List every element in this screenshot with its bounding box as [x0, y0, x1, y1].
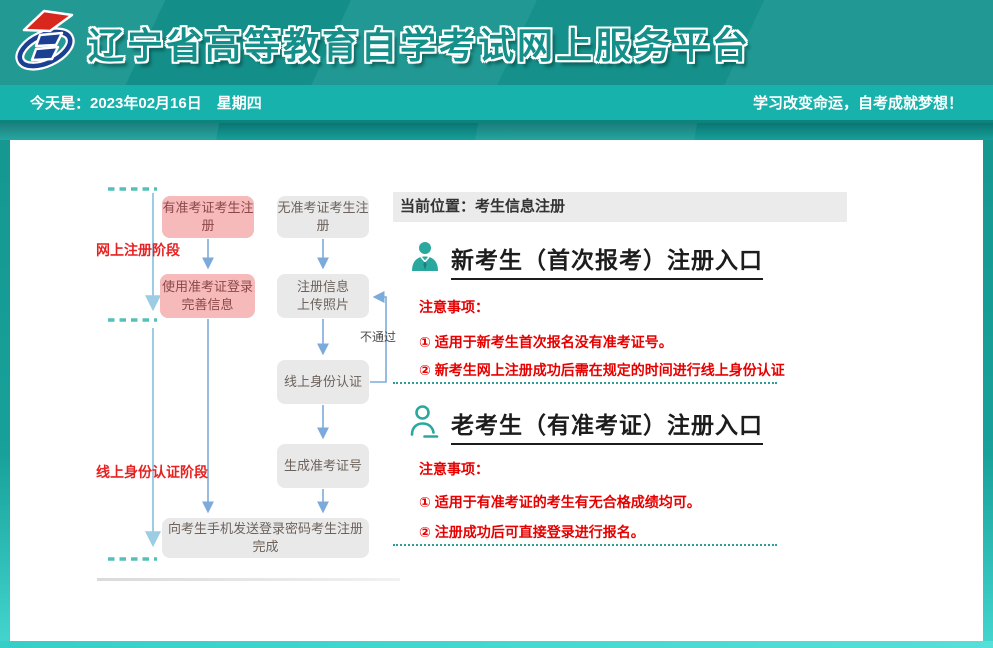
breadcrumb-text: 当前位置：考生信息注册 — [400, 198, 565, 215]
stage-label-online-registration: 网上注册阶段 — [96, 240, 180, 260]
fail-label: 不通过 — [360, 328, 396, 345]
breadcrumb: 当前位置：考生信息注册 — [393, 192, 847, 222]
new-examinee-icon — [408, 239, 442, 275]
bottom-strip — [0, 641, 993, 648]
flow-box-login-complete-info: 使用准考证登录 完善信息 — [160, 274, 255, 318]
notes-label-1: 注意事项： — [419, 297, 489, 317]
flow-box-online-identity-verify: 线上身份认证 — [277, 360, 369, 404]
old-examinee-register-link[interactable]: 老考生（有准考证）注册入口 — [451, 406, 763, 445]
dotted-separator-1 — [393, 382, 777, 384]
flow-box-generate-ticket-number: 生成准考证号 — [277, 444, 369, 488]
header: 辽宁省高等教育自学考试网上服务平台 — [0, 0, 993, 85]
flow-box-no-ticket-register: 无准考证考生注 册 — [277, 196, 369, 238]
notes-label-2: 注意事项： — [419, 459, 489, 479]
note-1-1: ① 适用于新考生首次报名没有准考证号。 — [419, 332, 673, 352]
content-panel: 网上注册阶段 线上身份认证阶段 不通过 有准考证考生注 册 无准考证考生注 册 … — [10, 140, 983, 641]
date-bar: 今天是：2023年02月16日 星期四 学习改变命运，自考成就梦想！ — [0, 85, 993, 123]
dotted-separator-2 — [393, 544, 777, 546]
new-examinee-register-link[interactable]: 新考生（首次报考）注册入口 — [451, 241, 763, 280]
note-2-2: ② 注册成功后可直接登录进行报名。 — [419, 522, 645, 542]
site-logo-icon — [14, 8, 76, 78]
site-title: 辽宁省高等教育自学考试网上服务平台 — [88, 17, 751, 69]
current-date: 今天是：2023年02月16日 星期四 — [30, 92, 262, 113]
note-1-2: ② 新考生网上注册成功后需在规定的时间进行线上身份认证 — [419, 360, 785, 380]
bottom-divider — [97, 578, 400, 581]
note-2-1: ① 适用于有准考证的考生有无合格成绩均可。 — [419, 492, 701, 512]
stage-label-identity-verification: 线上身份认证阶段 — [96, 462, 208, 482]
header-band — [0, 123, 993, 140]
flow-box-has-ticket-register: 有准考证考生注 册 — [162, 196, 254, 238]
flow-box-register-upload-photo: 注册信息 上传照片 — [277, 274, 369, 318]
old-examinee-icon — [408, 404, 442, 440]
slogan: 学习改变命运，自考成就梦想！ — [753, 92, 963, 113]
flow-box-send-password-complete: 向考生手机发送登录密码考生注册完成 — [162, 518, 369, 558]
